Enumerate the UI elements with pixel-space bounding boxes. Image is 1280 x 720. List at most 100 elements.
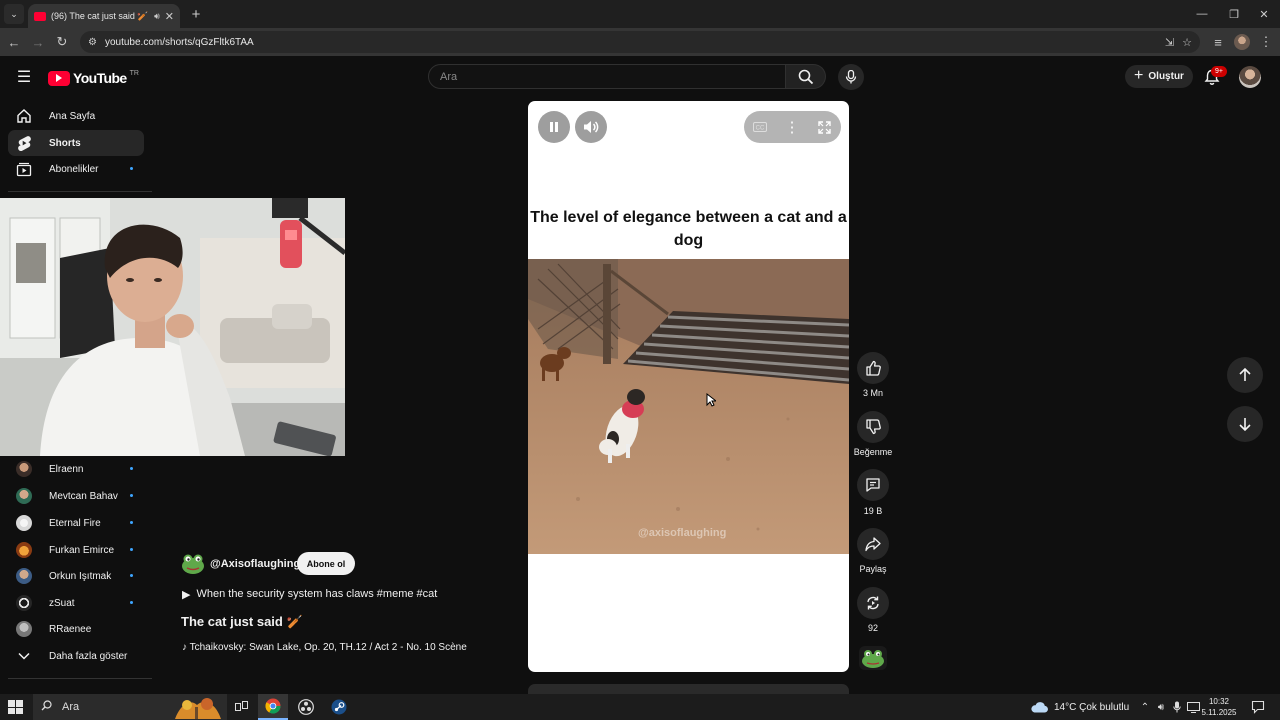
next-short-preview[interactable] — [528, 684, 849, 694]
search-box[interactable] — [428, 64, 786, 89]
tab-search-button[interactable]: ⌄ — [4, 4, 24, 24]
channel-avatar — [16, 488, 32, 504]
subscription-label: Elraenn — [49, 463, 84, 475]
thumbs-up-icon — [866, 360, 881, 376]
sidebar-item-shorts[interactable]: Shorts — [8, 130, 144, 156]
create-label: Oluştur — [1148, 71, 1184, 82]
comments-button[interactable] — [857, 469, 889, 501]
video-content-image — [528, 259, 849, 554]
captions-icon: CC — [753, 122, 767, 132]
network-icon[interactable] — [1186, 700, 1200, 714]
reload-icon[interactable]: ↻ — [52, 32, 72, 52]
sidebar-subscription-rraenee[interactable]: RRaenee — [8, 616, 144, 642]
fullscreen-icon — [817, 120, 831, 134]
video-caption: The level of elegance between a cat and … — [530, 209, 847, 249]
windows-start-icon[interactable] — [6, 699, 24, 715]
obs-taskbar-icon[interactable] — [291, 694, 321, 720]
bookmark-star-icon[interactable]: ☆ — [1182, 36, 1192, 49]
captions-button[interactable]: CC — [744, 111, 776, 143]
close-window-icon[interactable]: ✕ — [1254, 5, 1274, 23]
task-view-icon[interactable] — [226, 694, 256, 720]
short-description[interactable]: ▶ When the security system has claws #me… — [182, 588, 437, 601]
sidebar-item-home[interactable]: Ana Sayfa — [8, 103, 144, 129]
minimize-icon[interactable]: — — [1192, 5, 1212, 23]
sidebar-subscription-furkan-emirce[interactable]: Furkan Emirce — [8, 537, 144, 563]
notification-center-icon[interactable] — [1251, 700, 1265, 714]
svg-text:CC: CC — [756, 126, 765, 132]
steam-taskbar-icon[interactable] — [324, 694, 354, 720]
share-button[interactable] — [857, 528, 889, 560]
subscription-label: RRaenee — [49, 623, 92, 635]
logo-text: YouTube — [73, 70, 127, 86]
microphone-tray-icon[interactable] — [1170, 700, 1184, 714]
sidebar-subscription-elraenn[interactable]: Elraenn — [8, 456, 144, 482]
address-bar[interactable]: ⚙︎ youtube.com/shorts/qGzFltk6TAA ⇲ ☆ — [80, 31, 1200, 53]
channel-avatar[interactable] — [181, 553, 205, 575]
subscription-label: zSuat — [49, 597, 75, 609]
taskbar-search[interactable]: Ara — [33, 694, 227, 720]
new-content-dot — [130, 467, 133, 470]
media-controls-icon[interactable]: ≡ — [1208, 32, 1228, 52]
video-frame[interactable]: @axisoflaughing — [528, 259, 849, 554]
remix-button[interactable] — [857, 587, 889, 619]
voice-search-button[interactable] — [838, 64, 864, 90]
like-button[interactable] — [857, 352, 889, 384]
weather-widget[interactable]: 14°C Çok bulutlu — [1030, 694, 1129, 720]
sound-thumbnail[interactable] — [859, 646, 887, 670]
subscribe-button[interactable]: Abone ol — [297, 552, 355, 575]
subscription-label: Eternal Fire — [49, 517, 101, 529]
subscription-label: Mevtcan Bahav — [49, 490, 118, 502]
show-more-label: Daha fazla göster — [49, 650, 128, 662]
more-options-icon[interactable]: ⋮ — [776, 111, 808, 143]
sidebar-subscription-eternal-fire[interactable]: Eternal Fire — [8, 510, 144, 536]
weather-text: 14°C Çok bulutlu — [1054, 701, 1130, 713]
search-input[interactable] — [440, 70, 785, 83]
back-icon[interactable]: ← — [4, 32, 24, 52]
volume-button[interactable] — [575, 111, 607, 143]
chrome-taskbar-icon[interactable] — [258, 694, 288, 720]
sidebar-show-more[interactable]: Daha fazla göster — [8, 643, 144, 669]
channel-avatar — [16, 595, 32, 611]
channel-avatar — [16, 542, 32, 558]
sidebar-subscription-orkun-isitmak[interactable]: Orkun Işıtmak — [8, 563, 144, 589]
dislike-button[interactable] — [857, 411, 889, 443]
sidebar-item-subscriptions[interactable]: Abonelikler — [8, 156, 144, 182]
next-short-button[interactable] — [1227, 406, 1263, 442]
channel-name[interactable]: @Axisoflaughing — [210, 558, 300, 570]
url-text[interactable]: youtube.com/shorts/qGzFltk6TAA — [105, 37, 1157, 48]
pause-button[interactable] — [538, 111, 570, 143]
search-button[interactable] — [786, 64, 826, 89]
youtube-logo[interactable]: YouTube TR — [48, 69, 139, 87]
tray-chevron-icon[interactable]: ⌃ — [1138, 700, 1152, 714]
chrome-menu-icon[interactable]: ⋮ — [1256, 32, 1276, 52]
cloud-icon — [1031, 702, 1048, 713]
youtube-play-icon — [48, 70, 70, 86]
home-icon — [16, 108, 32, 124]
restore-icon[interactable]: ❐ — [1224, 5, 1244, 23]
new-tab-button[interactable]: + — [186, 4, 206, 24]
speaker-icon[interactable]: 🔊︎ — [1154, 700, 1168, 714]
music-attribution[interactable]: ♪ Tchaikovsky: Swan Lake, Op. 20, TH.12 … — [182, 642, 480, 653]
system-clock[interactable]: 10:32 5.11.2025 — [1200, 696, 1238, 718]
share-label: Paylaş — [859, 564, 887, 574]
tab-close-icon[interactable]: ✕ — [165, 10, 174, 23]
new-content-dot — [130, 494, 133, 497]
account-avatar[interactable] — [1239, 66, 1261, 88]
previous-short-button[interactable] — [1227, 357, 1263, 393]
forward-icon[interactable]: → — [28, 32, 48, 52]
sidebar-subscription-zsuat[interactable]: zSuat — [8, 590, 144, 616]
install-app-icon[interactable]: ⇲ — [1165, 36, 1174, 49]
sidebar-subscription-mevtcan-bahav[interactable]: Mevtcan Bahav — [8, 483, 144, 509]
frog-sound-icon — [859, 646, 887, 670]
create-button[interactable]: + Oluştur — [1125, 65, 1193, 88]
profile-icon[interactable] — [1234, 34, 1250, 50]
player-controls-pill: CC ⋮ — [744, 111, 841, 143]
shorts-player[interactable]: @axisoflaughing The level of elegance be… — [528, 101, 849, 672]
browser-tab[interactable]: (96) The cat just said 🏏 - YouTube 🔊︎ ✕ — [28, 4, 180, 28]
sidebar-divider — [8, 678, 152, 679]
fullscreen-button[interactable] — [808, 111, 840, 143]
tab-audio-icon[interactable]: 🔊︎ — [154, 11, 160, 22]
volume-icon — [584, 121, 599, 133]
site-info-icon[interactable]: ⚙︎ — [88, 37, 97, 48]
menu-icon[interactable]: ☰ — [14, 68, 34, 86]
